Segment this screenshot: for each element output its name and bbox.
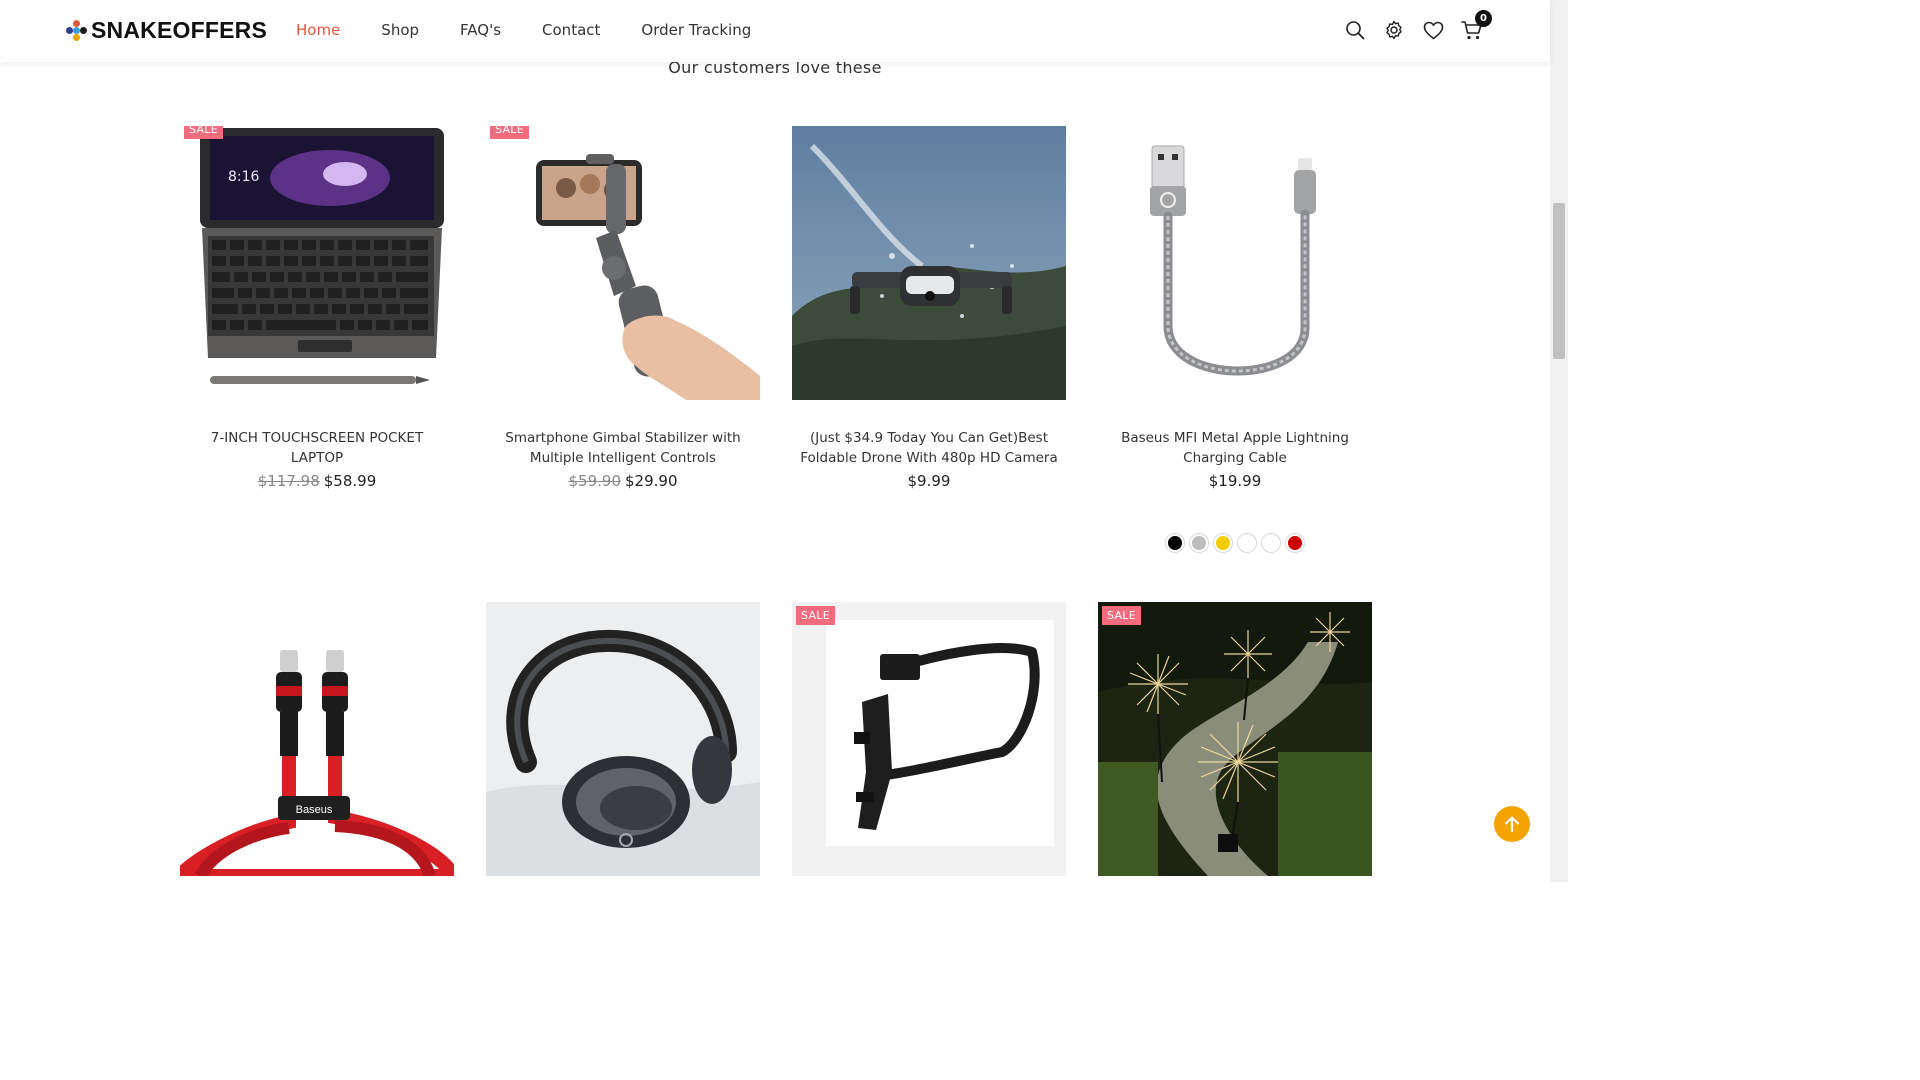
old-price: $59.90 bbox=[568, 472, 622, 490]
product-name[interactable]: Smartphone Gimbal Stabilizer with Multip… bbox=[486, 428, 760, 468]
product-prices: $117.98 $58.99 bbox=[180, 472, 454, 490]
product-card[interactable]: SALE Smartphone Gimbal Stabilizer with M… bbox=[486, 126, 760, 490]
swatch-white[interactable] bbox=[1262, 534, 1280, 552]
gimbal-image bbox=[536, 154, 760, 400]
product-image-laptop[interactable]: SALE 8:16 bbox=[180, 126, 454, 400]
cable-image bbox=[1150, 145, 1316, 376]
swatch-white[interactable] bbox=[1238, 534, 1256, 552]
svg-text:8:16: 8:16 bbox=[228, 169, 260, 185]
gear-icon[interactable] bbox=[1383, 19, 1405, 41]
product-card[interactable]: SALE bbox=[1098, 602, 1372, 876]
product-image-headphones[interactable] bbox=[486, 602, 760, 876]
heart-icon[interactable] bbox=[1422, 19, 1444, 41]
product-image-gimbal[interactable]: SALE bbox=[486, 126, 760, 400]
product-card[interactable] bbox=[486, 602, 760, 876]
product-name[interactable]: (Just $34.9 Today You Can Get)Best Folda… bbox=[792, 428, 1066, 468]
arrow-up-icon bbox=[1504, 816, 1520, 833]
main-nav: Home Shop FAQ's Contact Order Tracking bbox=[296, 20, 792, 40]
price: $58.99 bbox=[323, 472, 377, 490]
sale-badge: SALE bbox=[1102, 606, 1141, 625]
price: $19.99 bbox=[1208, 472, 1262, 490]
headphones-image bbox=[486, 602, 760, 876]
product-card[interactable]: Baseus MFI Metal Apple Lightning Chargin… bbox=[1098, 126, 1372, 552]
brand-name: SNAKEOFFERS bbox=[91, 17, 267, 43]
swatch-grey[interactable] bbox=[1190, 534, 1208, 552]
cart-count-badge: 0 bbox=[1475, 10, 1492, 27]
laptop-image: 8:16 bbox=[200, 128, 444, 384]
color-swatches bbox=[1098, 534, 1372, 552]
strap-image bbox=[792, 602, 1066, 876]
product-name[interactable]: 7-INCH TOUCHSCREEN POCKET LAPTOP bbox=[180, 428, 454, 468]
nav-faqs[interactable]: FAQ's bbox=[460, 20, 501, 40]
swatch-yellow[interactable] bbox=[1214, 534, 1232, 552]
old-price: $117.98 bbox=[257, 472, 320, 490]
product-card[interactable]: (Just $34.9 Today You Can Get)Best Folda… bbox=[792, 126, 1066, 490]
product-prices: $59.90 $29.90 bbox=[486, 472, 760, 490]
product-image-strap[interactable]: SALE bbox=[792, 602, 1066, 876]
scrollbar-thumb[interactable] bbox=[1553, 203, 1565, 359]
logo-mark-icon bbox=[66, 19, 88, 42]
firework-lights-image bbox=[1098, 602, 1372, 876]
drone-image bbox=[792, 126, 1066, 400]
product-image-lightning-cable[interactable] bbox=[1098, 126, 1372, 400]
product-prices: $19.99 bbox=[1098, 472, 1372, 490]
swatch-black[interactable] bbox=[1166, 534, 1184, 552]
product-image-drone[interactable] bbox=[792, 126, 1066, 400]
product-prices: $9.99 bbox=[792, 472, 1066, 490]
cart-icon[interactable]: 0 bbox=[1461, 10, 1492, 41]
product-card[interactable]: SALE 8:16 7-INCH TOUCHSCREEN POCKET LAPT… bbox=[180, 126, 454, 490]
site-logo[interactable]: SNAKEOFFERS bbox=[66, 17, 267, 44]
sale-badge: SALE bbox=[796, 606, 835, 625]
back-to-top-button[interactable] bbox=[1494, 806, 1530, 842]
nav-contact[interactable]: Contact bbox=[542, 20, 600, 40]
price: $29.90 bbox=[625, 472, 678, 490]
nav-shop[interactable]: Shop bbox=[381, 20, 419, 40]
nav-order-tracking[interactable]: Order Tracking bbox=[641, 20, 751, 40]
site-header: SNAKEOFFERS Home Shop FAQ's Contact Orde… bbox=[0, 0, 1550, 62]
sale-badge: SALE bbox=[490, 126, 529, 139]
product-card[interactable]: Baseus bbox=[180, 602, 454, 876]
sale-badge: SALE bbox=[184, 126, 223, 139]
product-card[interactable]: SALE bbox=[792, 602, 1066, 876]
nav-home[interactable]: Home bbox=[296, 20, 340, 40]
svg-text:Baseus: Baseus bbox=[296, 804, 333, 816]
header-icons: 0 bbox=[1344, 10, 1500, 41]
product-name[interactable]: Baseus MFI Metal Apple Lightning Chargin… bbox=[1098, 428, 1372, 468]
usbc-cable-image: Baseus bbox=[180, 650, 454, 876]
product-image-firework-lights[interactable]: SALE bbox=[1098, 602, 1372, 876]
swatch-red[interactable] bbox=[1286, 534, 1304, 552]
price: $9.99 bbox=[907, 472, 951, 490]
page-scrollbar[interactable] bbox=[1550, 0, 1568, 882]
product-image-usb-c-cable[interactable]: Baseus bbox=[180, 602, 454, 876]
search-icon[interactable] bbox=[1344, 19, 1366, 41]
